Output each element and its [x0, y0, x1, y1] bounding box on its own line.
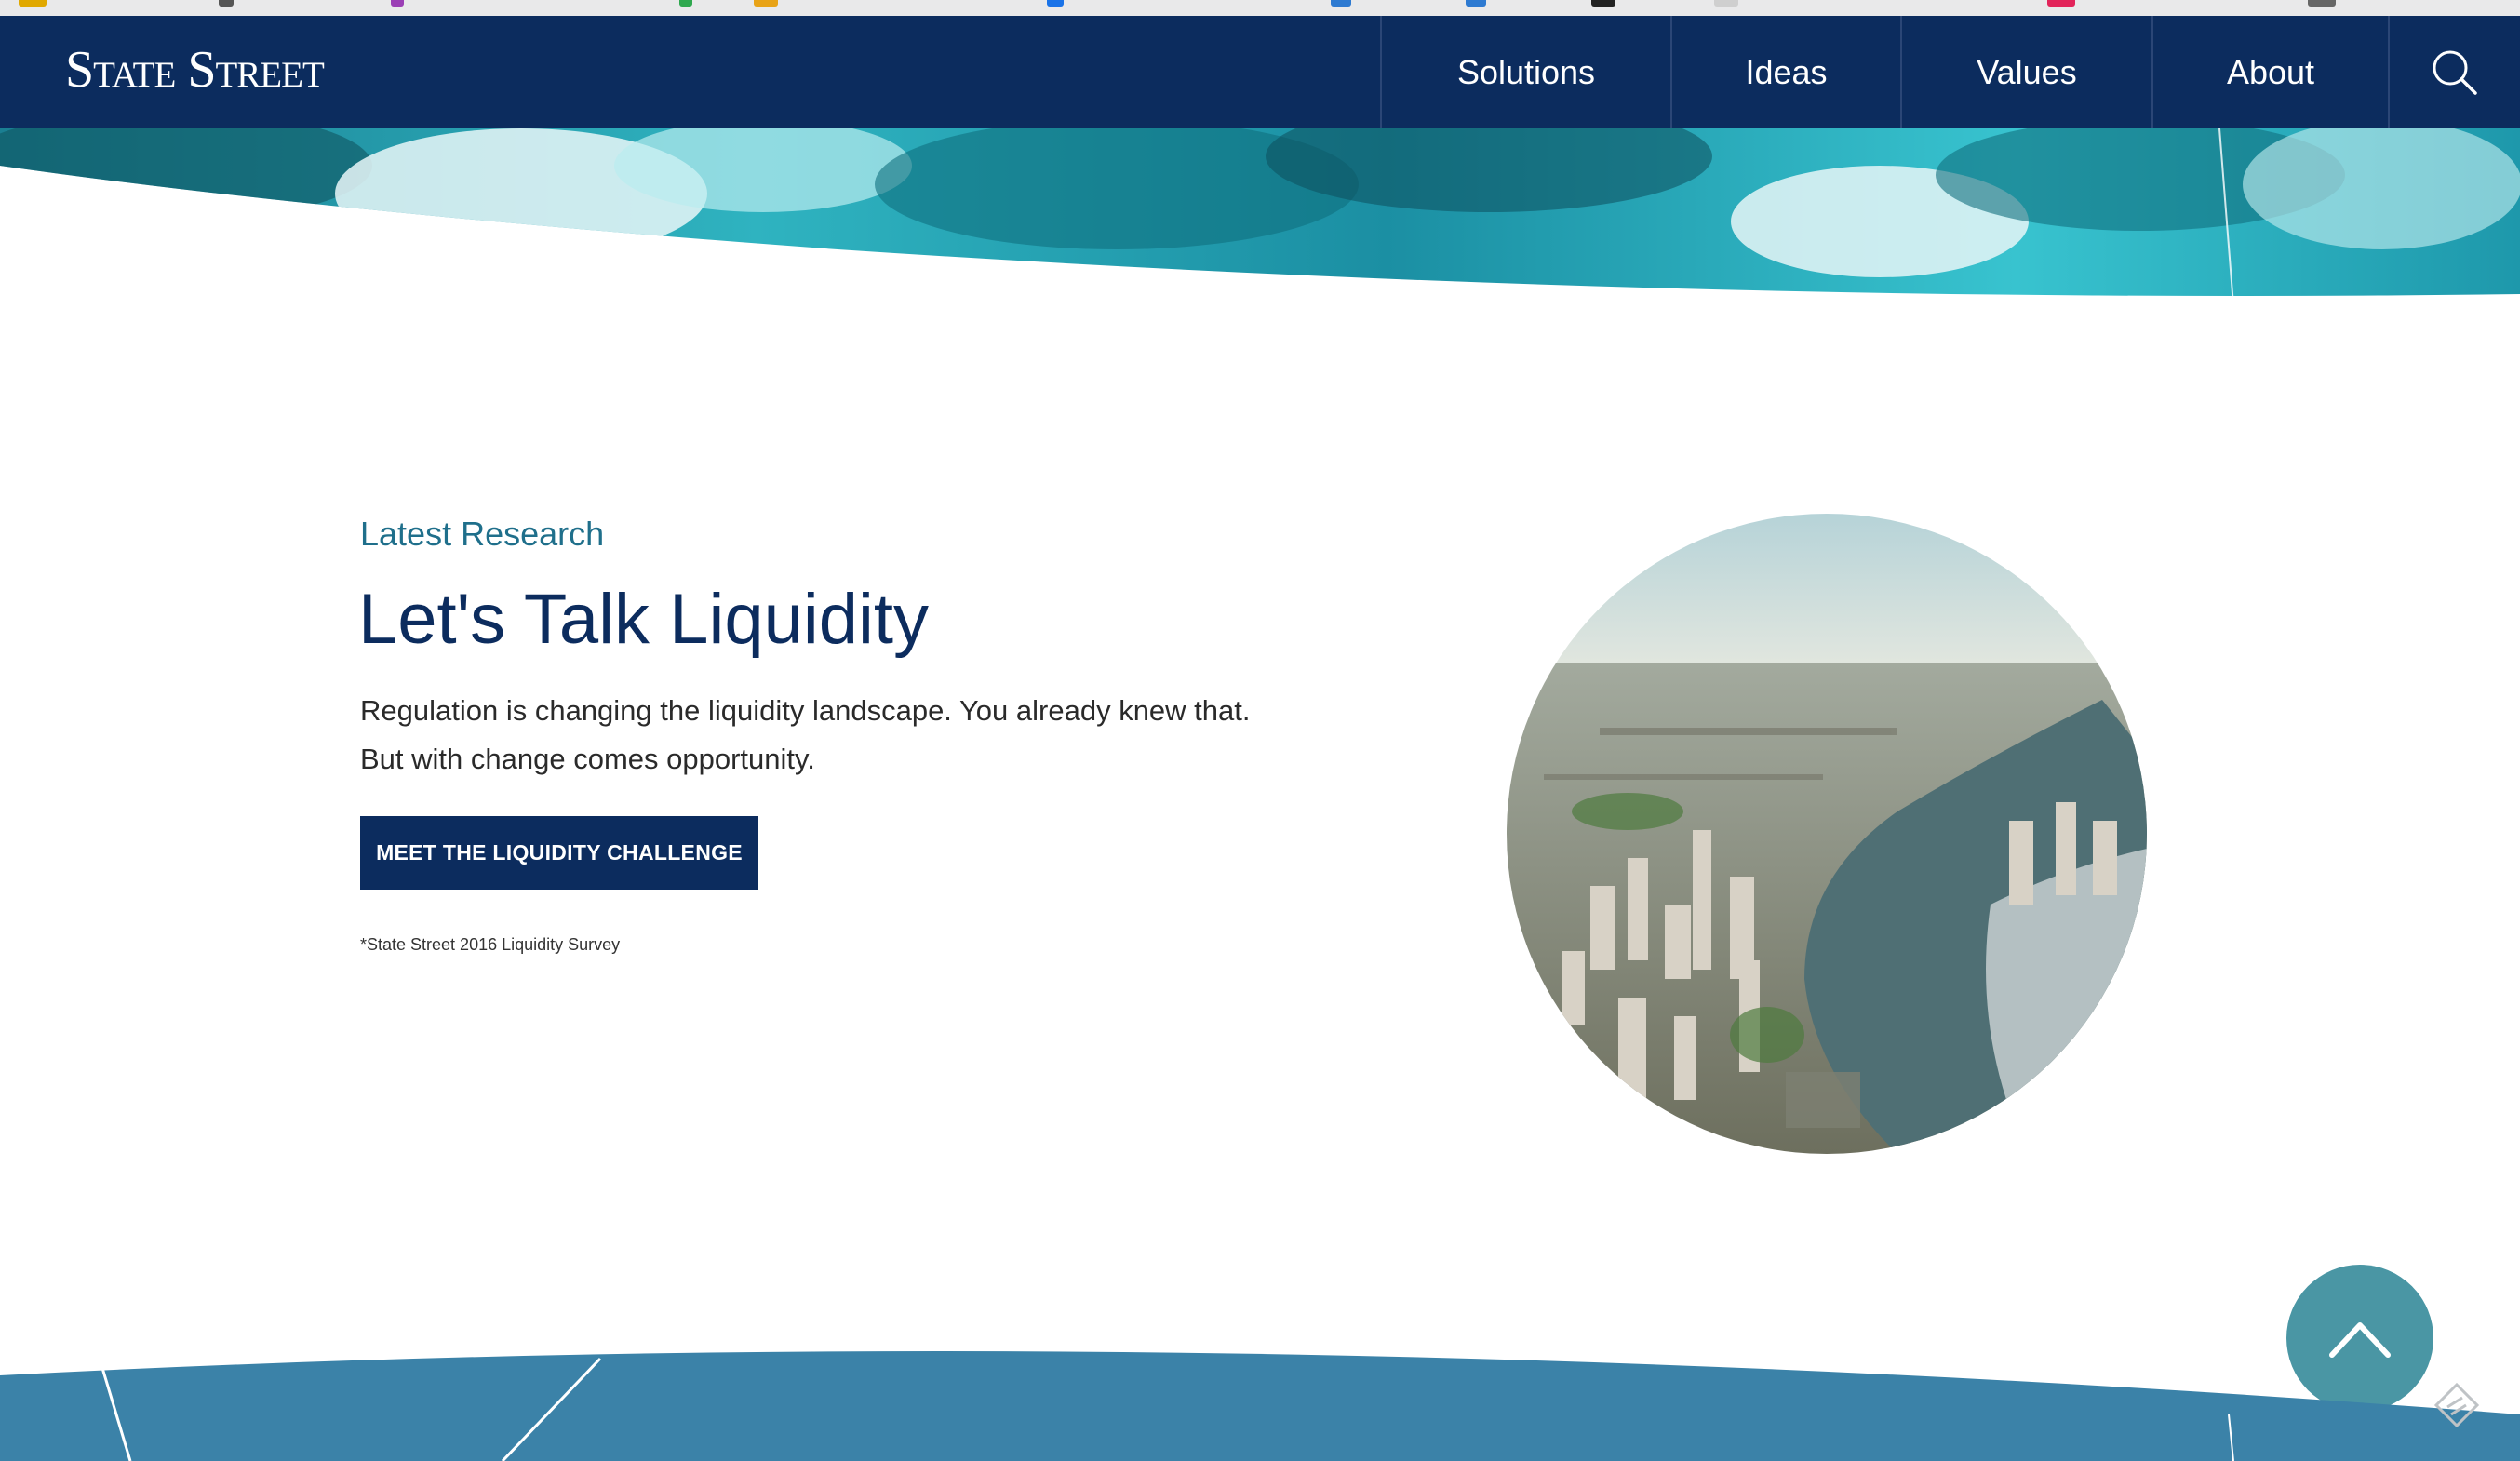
survey-footnote: *State Street 2016 Liquidity Survey — [360, 935, 621, 954]
nav-item-ideas[interactable]: Ideas — [1670, 16, 1900, 128]
site-header: State Street Solutions Ideas Values Abou… — [0, 16, 2520, 128]
liquidity-challenge-button[interactable]: MEET THE LIQUIDITY CHALLENGE — [360, 816, 758, 890]
intro-paragraph: Regulation is changing the liquidity lan… — [360, 694, 1251, 775]
feedback-icon — [2433, 1382, 2480, 1428]
page-headline: Let's Talk Liquidity — [358, 580, 930, 659]
hero-banner-image — [0, 128, 2520, 296]
logo-text: State Street — [65, 41, 325, 99]
footer-banner — [0, 1351, 2520, 1461]
nav-item-about[interactable]: About — [2151, 16, 2388, 128]
section-eyebrow: Latest Research — [360, 515, 605, 553]
search-button[interactable] — [2388, 16, 2520, 128]
main-nav: Solutions Ideas Values About — [1380, 16, 2520, 128]
nav-item-solutions[interactable]: Solutions — [1380, 16, 1670, 128]
browser-bookmarks-bar — [0, 0, 2520, 17]
state-street-logo[interactable]: State Street — [65, 41, 325, 99]
city-aerial-image — [1507, 514, 2147, 1154]
search-icon — [2433, 50, 2477, 95]
nav-item-values[interactable]: Values — [1900, 16, 2151, 128]
feedback-widget[interactable] — [2431, 1379, 2483, 1431]
